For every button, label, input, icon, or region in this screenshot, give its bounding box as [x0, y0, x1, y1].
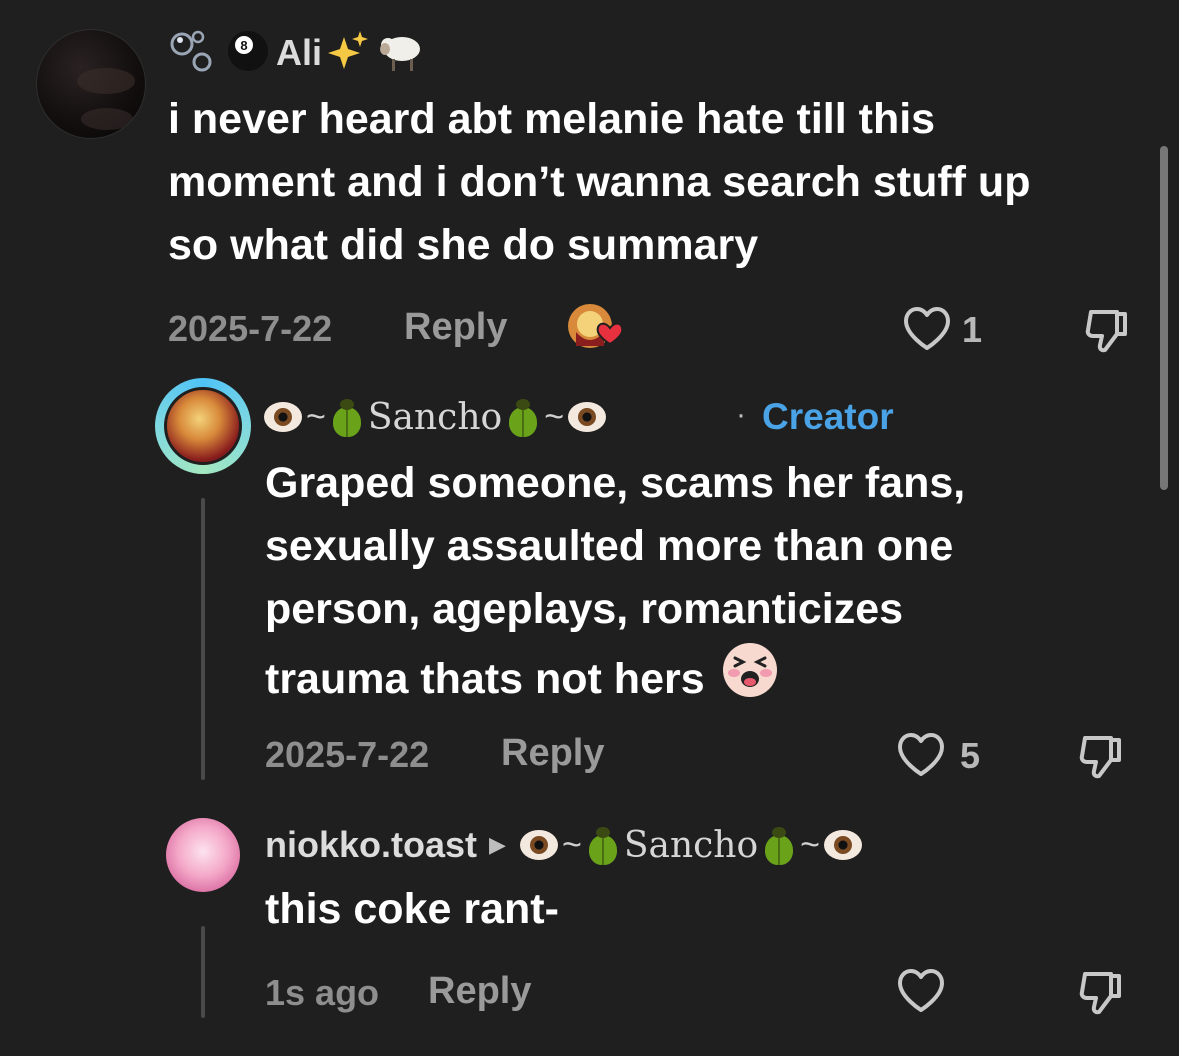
scrollbar[interactable]: [1160, 146, 1168, 490]
comment-text-line: i never heard abt melanie hate till this: [168, 95, 936, 143]
comment-username[interactable]: niokko.toast: [265, 824, 477, 866]
comment-date: 1s ago: [265, 972, 380, 1013]
tilde-glyph: ~: [561, 825, 582, 864]
beetle-icon: [330, 397, 364, 437]
eye-icon: [568, 402, 607, 432]
bubbles-icon: [168, 28, 220, 79]
thumbs-down-icon[interactable]: [1083, 306, 1133, 356]
reply-arrow-icon: ▶: [489, 832, 506, 857]
thread-line: [201, 498, 205, 780]
eye-icon: [824, 830, 863, 860]
comment-author-row[interactable]: 8 Ali: [168, 28, 426, 78]
comment-text: this coke rant-: [265, 878, 559, 941]
comment-date: 2025-7-22: [265, 734, 430, 775]
reply-button[interactable]: Reply: [428, 970, 531, 1013]
thumbs-down-icon[interactable]: [1077, 732, 1127, 782]
badge-separator: ·: [736, 398, 746, 431]
comment-text-last-row: trauma thats not hers: [265, 641, 1145, 717]
eye-icon: [264, 402, 302, 432]
thumbs-down-icon[interactable]: [1077, 968, 1127, 1018]
sheep-icon: [376, 29, 426, 78]
heart-outline-icon[interactable]: [896, 968, 946, 1014]
like-count: 5: [960, 735, 981, 776]
comment-author-row[interactable]: ~ Sancho ~: [264, 392, 607, 442]
comment-date: 2025-7-22: [168, 308, 333, 349]
avatar[interactable]: [36, 29, 146, 139]
beetle-icon: [762, 825, 796, 865]
comment-text-line: Graped someone, scams her fans,: [265, 459, 966, 507]
heart-outline-icon[interactable]: [896, 732, 946, 778]
comment-author-row[interactable]: niokko.toast ▶ ~ Sancho ~: [265, 820, 863, 870]
laughing-face-icon: [721, 641, 779, 717]
reply-button[interactable]: Reply: [404, 306, 507, 349]
thread-line: [201, 926, 205, 1018]
beetle-icon: [506, 397, 540, 437]
tilde-glyph: ~: [306, 397, 326, 436]
avatar[interactable]: [164, 387, 242, 465]
like-count: 1: [962, 309, 983, 350]
comment-text-line: moment and i don’t wanna search stuff up: [168, 158, 1031, 206]
comment-text: i never heard abt melanie hate till this…: [168, 88, 1158, 277]
tilde-glyph: ~: [800, 825, 821, 864]
comment-text-line: this coke rant-: [265, 885, 559, 933]
reply-button[interactable]: Reply: [501, 732, 604, 775]
heart-outline-icon[interactable]: [902, 306, 952, 352]
beetle-icon: [586, 825, 620, 865]
comment-text-line: so what did she do summary: [168, 221, 759, 269]
avatar[interactable]: [166, 818, 240, 892]
creator-badge: Creator: [762, 396, 894, 437]
comment-text-line: sexually assaulted more than one: [265, 522, 954, 570]
eye-icon: [519, 830, 558, 860]
comment-text-line: person, ageplays, romanticizes: [265, 585, 904, 633]
comment-text-line: trauma thats not hers: [265, 654, 705, 703]
creator-liked-heart-icon: [566, 302, 628, 359]
sparkles-icon: [328, 29, 370, 78]
tilde-glyph: ~: [544, 397, 565, 436]
comment-username[interactable]: Ali: [276, 32, 322, 74]
svg-text:8: 8: [240, 38, 247, 53]
comment-text: Graped someone, scams her fans, sexually…: [265, 452, 1145, 717]
reply-to-username[interactable]: Sancho: [624, 825, 758, 866]
comment-username[interactable]: Sancho: [368, 397, 502, 438]
eight-ball-icon: 8: [226, 29, 270, 78]
